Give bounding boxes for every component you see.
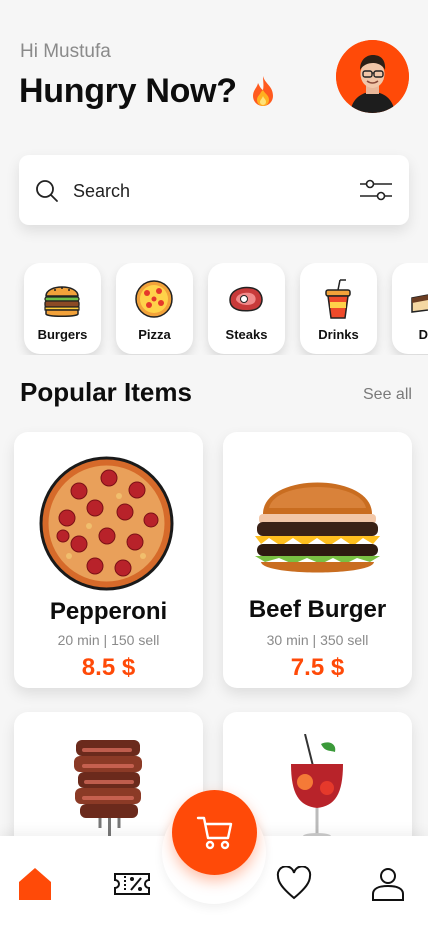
category-pizza[interactable]: Pizza [116,263,193,354]
category-steaks[interactable]: Steaks [208,263,285,354]
category-drinks[interactable]: Drinks [300,263,377,354]
item-meta: 30 min | 350 sell [266,632,369,648]
category-label: Burgers [37,327,88,342]
cart-icon [196,816,232,849]
coupon-icon[interactable] [113,866,151,902]
search-input[interactable] [71,173,345,209]
burger-image [255,482,380,573]
avatar[interactable] [336,40,409,113]
item-meta: 20 min | 150 sell [57,632,160,648]
item-price: 8.5 $ [81,654,136,681]
headline-text: Hungry Now? [19,72,237,110]
category-label: Pizza [138,327,171,342]
drink-image [291,734,343,839]
item-name: Beef Burger [248,596,387,623]
category-label: Drinks [318,327,359,342]
section-title: Popular Items [20,377,192,407]
category-label: Des [418,327,428,342]
food-card-pepperoni[interactable]: Pepperoni 20 min | 150 sell 8.5 $ [14,432,203,688]
search-icon [36,180,58,202]
burger-icon [44,286,80,317]
category-desserts[interactable]: Des [392,263,428,354]
see-all-link[interactable]: See all [363,386,412,404]
item-name: Pepperoni [49,598,168,625]
cart-button[interactable] [172,790,257,875]
category-label: Steaks [225,327,268,342]
pizza-image [39,456,174,591]
filter-icon[interactable] [359,179,393,201]
profile-icon[interactable] [370,866,406,902]
fire-icon [252,75,273,106]
pizza-icon [135,280,173,318]
category-burgers[interactable]: Burgers [24,263,101,354]
food-card-beef-burger[interactable]: Beef Burger 30 min | 350 sell 7.5 $ [223,432,412,688]
page-title: Hungry Now? [19,72,279,111]
greeting-text: Hi Mustufa [20,41,111,62]
search-bar[interactable] [19,155,409,225]
category-list: Burgers Pizza Steaks Drinks D [0,263,428,355]
heart-icon[interactable] [276,866,312,902]
steak-image [74,740,142,846]
steak-icon [229,286,263,312]
dessert-icon [411,294,428,313]
drink-icon [325,279,351,319]
item-price: 7.5 $ [290,654,345,681]
user-avatar-icon [336,40,409,113]
home-icon[interactable] [17,866,53,902]
